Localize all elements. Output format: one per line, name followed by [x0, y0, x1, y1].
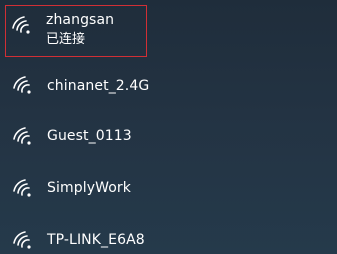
wifi-icon [11, 15, 35, 39]
connection-status: 已连接 [46, 32, 86, 47]
network-ssid: zhangsan [46, 12, 115, 28]
network-ssid: TP-LINK_E6A8 [47, 232, 145, 248]
wifi-icon [12, 126, 36, 150]
wifi-network-list: zhangsan 已连接 chinanet_2.4G Guest_0113 Si… [0, 0, 337, 254]
network-item-guest-0113[interactable]: Guest_0113 [6, 110, 326, 162]
network-ssid: Guest_0113 [47, 128, 132, 144]
wifi-icon [12, 75, 36, 99]
network-item-tp-link-e6a8[interactable]: TP-LINK_E6A8 [6, 214, 326, 254]
network-item-zhangsan[interactable]: zhangsan 已连接 [5, 5, 147, 57]
network-ssid: chinanet_2.4G [47, 78, 150, 94]
network-item-chinanet-2-4g[interactable]: chinanet_2.4G [6, 60, 326, 112]
network-item-simplywork[interactable]: SimplyWork [6, 162, 326, 214]
network-ssid: SimplyWork [47, 180, 131, 196]
wifi-icon [12, 178, 36, 202]
wifi-icon [12, 230, 36, 254]
